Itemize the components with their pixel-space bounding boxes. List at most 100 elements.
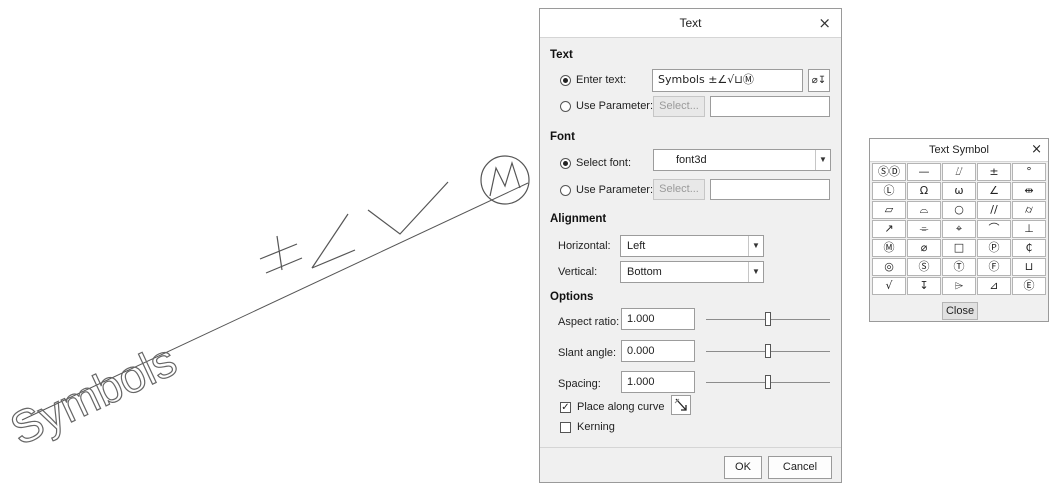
symbol-cell[interactable]: □ <box>942 239 976 257</box>
font-select-parameter-button[interactable]: Select... <box>653 179 705 200</box>
drawing-canvas[interactable]: Symbols <box>0 0 530 487</box>
symbol-cell[interactable]: ± <box>977 163 1011 181</box>
section-alignment-heading: Alignment <box>550 213 607 225</box>
symbol-cell[interactable]: ω <box>942 182 976 200</box>
palette-close-button[interactable]: Close <box>942 302 978 320</box>
symbol-cell[interactable]: Ⓕ <box>977 258 1011 276</box>
font-parameter-field[interactable] <box>710 179 830 200</box>
symbol-cell[interactable]: ⌀ <box>907 239 941 257</box>
text-parameter-field[interactable] <box>710 96 830 117</box>
font-select-value: font3d <box>676 154 707 166</box>
enter-text-label: Enter text: <box>576 74 627 86</box>
angle-graphic <box>311 213 356 269</box>
symbol-cell[interactable]: ⇹ <box>1012 182 1046 200</box>
ok-button[interactable]: OK <box>724 456 762 479</box>
symbol-cell[interactable]: ∠ <box>977 182 1011 200</box>
symbol-cell[interactable]: ⌰ <box>942 163 976 181</box>
palette-title: Text Symbol <box>929 144 989 156</box>
symbol-cell[interactable]: ⌖ <box>942 220 976 238</box>
spacing-label: Spacing: <box>558 378 601 390</box>
symbol-cell[interactable]: ↧ <box>907 277 941 295</box>
text-use-parameter-label: Use Parameter: <box>576 100 654 112</box>
font-select[interactable]: font3d ▼ <box>653 149 831 171</box>
kerning-checkbox[interactable] <box>560 422 571 433</box>
symbol-cell[interactable]: √ <box>872 277 906 295</box>
symbol-cell[interactable]: ⌯ <box>907 220 941 238</box>
symbol-cell[interactable]: ⌓ <box>907 201 941 219</box>
enter-text-radio[interactable] <box>560 75 571 86</box>
dialog-titlebar: Text × <box>540 9 841 38</box>
select-font-radio[interactable] <box>560 158 571 169</box>
spacing-slider-thumb[interactable] <box>765 375 771 389</box>
horizontal-label: Horizontal: <box>558 240 611 252</box>
section-options-heading: Options <box>550 291 594 303</box>
symbol-cell[interactable]: Ⓜ <box>872 239 906 257</box>
vertical-select[interactable]: Bottom ▼ <box>620 261 764 283</box>
symbol-cell[interactable]: ° <box>1012 163 1046 181</box>
slant-angle-label: Slant angle: <box>558 347 617 359</box>
dialog-footer: OK Cancel <box>540 447 841 482</box>
symbol-cell[interactable]: Ⓢ <box>907 258 941 276</box>
place-along-curve-label: Place along curve <box>577 401 665 413</box>
symbol-cell[interactable]: ⌭ <box>1012 201 1046 219</box>
slant-angle-field[interactable]: 0.000 <box>621 340 695 362</box>
spacing-slider[interactable] <box>706 372 830 392</box>
vertical-select-value: Bottom <box>627 266 662 278</box>
text-symbol-palette: Text Symbol × ⓈⒹ — ⌰ ± ° Ⓛ Ωω ∠ ⇹ ▱ ⌓ ○//⌭ ↗ ⌯ ⌖ ⌒ ⊥ Ⓜ ⌀ □ Ⓟ… <box>869 138 1049 322</box>
text-dialog: Text × Text Enter text: Symbols ±∠√⊔Ⓜ ⌀↧… <box>539 8 842 483</box>
chevron-down-icon: ▼ <box>748 236 763 256</box>
section-font-heading: Font <box>550 131 575 143</box>
curve-arrow-icon <box>674 398 687 411</box>
select-font-label-text: Select font: <box>576 157 632 169</box>
symbol-cell[interactable]: ⊥ <box>1012 220 1046 238</box>
symbol-cell[interactable]: ↗ <box>872 220 906 238</box>
font-use-parameter-radio[interactable] <box>560 185 571 196</box>
text-select-parameter-button[interactable]: Select... <box>653 96 705 117</box>
symbol-cell[interactable]: ◎ <box>872 258 906 276</box>
plus-minus-graphic <box>259 235 303 274</box>
aspect-ratio-slider-thumb[interactable] <box>765 312 771 326</box>
horizontal-select[interactable]: Left ▼ <box>620 235 764 257</box>
aspect-ratio-slider[interactable] <box>706 309 830 329</box>
circled-m-graphic <box>480 155 530 205</box>
spacing-field[interactable]: 1.000 <box>621 371 695 393</box>
symbol-grid: ⓈⒹ — ⌰ ± ° Ⓛ Ωω ∠ ⇹ ▱ ⌓ ○//⌭ ↗ ⌯ ⌖ ⌒ ⊥ Ⓜ ⌀ □ Ⓟ ₵ ◎ Ⓢ Ⓣ Ⓕ ⊔ √ ↧ ⌲ ⊿ Ⓔ <box>872 163 1046 295</box>
rotated-text-graphic: Symbols <box>2 155 530 456</box>
text-use-parameter-radio[interactable] <box>560 101 571 112</box>
symbol-cell[interactable]: ⊔ <box>1012 258 1046 276</box>
aspect-ratio-field[interactable]: 1.000 <box>621 308 695 330</box>
section-text-heading: Text <box>550 49 573 61</box>
slant-angle-slider[interactable] <box>706 341 830 361</box>
font-use-parameter-label: Use Parameter: <box>576 184 654 196</box>
symbol-cell[interactable]: Ⓟ <box>977 239 1011 257</box>
symbol-cell[interactable]: Ⓣ <box>942 258 976 276</box>
close-icon[interactable]: × <box>1031 142 1042 157</box>
symbol-cell[interactable]: ⊿ <box>977 277 1011 295</box>
select-curve-icon[interactable] <box>671 395 691 415</box>
cancel-button[interactable]: Cancel <box>768 456 832 479</box>
insert-symbol-icon[interactable]: ⌀↧ <box>808 69 830 92</box>
symbol-cell[interactable]: ⓈⒹ <box>872 163 906 181</box>
enter-text-input[interactable]: Symbols ±∠√⊔Ⓜ <box>652 69 803 92</box>
close-icon[interactable]: × <box>818 14 831 32</box>
place-along-curve-checkbox[interactable]: ✓ <box>560 402 571 413</box>
symbol-cell[interactable]: // <box>977 201 1011 219</box>
vertical-label: Vertical: <box>558 266 598 278</box>
palette-titlebar: Text Symbol × <box>870 139 1048 162</box>
curve-text-symbols: Symbols <box>2 333 184 455</box>
horizontal-select-value: Left <box>627 240 646 252</box>
aspect-ratio-label: Aspect ratio: <box>558 316 620 328</box>
symbol-cell[interactable]: Ω <box>907 182 941 200</box>
chevron-down-icon: ▼ <box>815 150 830 170</box>
symbol-cell[interactable]: Ⓔ <box>1012 277 1046 295</box>
dialog-title: Text <box>679 16 702 30</box>
symbol-cell[interactable]: ⌲ <box>942 277 976 295</box>
slant-angle-slider-thumb[interactable] <box>765 344 771 358</box>
symbol-cell[interactable]: ▱ <box>872 201 906 219</box>
symbol-cell[interactable]: — <box>907 163 941 181</box>
symbol-cell[interactable]: Ⓛ <box>872 182 906 200</box>
symbol-cell[interactable]: ₵ <box>1012 239 1046 257</box>
symbol-cell[interactable]: ⌒ <box>977 220 1011 238</box>
symbol-cell[interactable]: ○ <box>942 201 976 219</box>
kerning-label: Kerning <box>577 421 615 433</box>
